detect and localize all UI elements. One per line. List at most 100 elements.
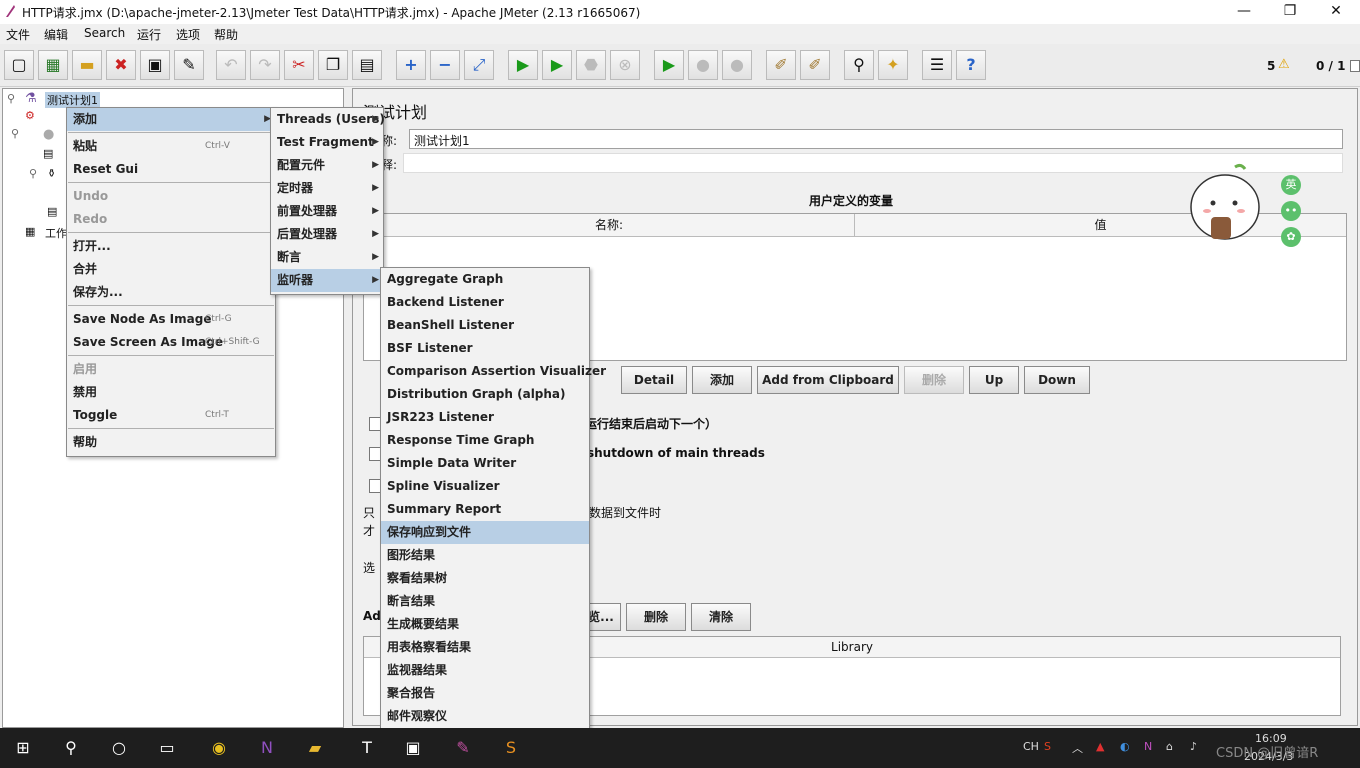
menu-run[interactable]: 运行 [137, 26, 161, 43]
listener-monitor-results[interactable]: 监视器结果 [381, 659, 589, 682]
menu-item-add[interactable]: 添加 ▶ [67, 108, 275, 131]
library-clear-button[interactable]: 清除 [691, 603, 751, 631]
terminal-icon[interactable]: ▣ [400, 736, 426, 760]
listener-icon[interactable]: ▤ [43, 147, 53, 160]
listener-jsr223[interactable]: JSR223 Listener [381, 406, 589, 429]
up-button[interactable]: Up [969, 366, 1019, 394]
search-icon[interactable]: ⚲ [58, 736, 84, 760]
menu-item-reset-gui[interactable]: Reset Gui [67, 158, 275, 181]
listener-distribution-graph[interactable]: Distribution Graph (alpha) [381, 383, 589, 406]
windows-start-icon[interactable]: ⊞ [10, 736, 36, 760]
tray-chevron-icon[interactable]: ︿ [1072, 740, 1083, 756]
clear-all-icon[interactable]: ✐ [800, 50, 830, 80]
menu-item-save-as[interactable]: 保存为... [67, 281, 275, 304]
start-no-timers-icon[interactable]: ▶ [542, 50, 572, 80]
tree-expander-icon[interactable]: ⚲ [11, 127, 19, 140]
clear-icon[interactable]: ✐ [766, 50, 796, 80]
menu-item-open[interactable]: 打开... [67, 235, 275, 258]
ime-english-icon[interactable]: 英 [1281, 175, 1301, 195]
tree-node-workbench[interactable]: 工作 [45, 225, 67, 241]
task-view-icon[interactable]: ▭ [154, 736, 180, 760]
listener-save-responses[interactable]: 保存响应到文件 [381, 521, 589, 544]
collapse-icon[interactable]: − [430, 50, 460, 80]
thread-group-icon[interactable]: ⚙ [25, 109, 35, 122]
submenu-threads[interactable]: Threads (Users) ▶ [271, 108, 385, 131]
listener-simple-data-writer[interactable]: Simple Data Writer [381, 452, 589, 475]
listener-aggregate-report[interactable]: 聚合报告 [381, 682, 589, 705]
menu-item-save-screen-image[interactable]: Save Screen As Image Ctrl+Shift-G [67, 331, 275, 354]
tray-edge-icon[interactable]: ◐ [1120, 740, 1130, 753]
menu-item-toggle[interactable]: Toggle Ctrl-T [67, 404, 275, 427]
menu-item-help[interactable]: 帮助 [67, 431, 275, 454]
cut-icon[interactable]: ✂ [284, 50, 314, 80]
detail-button[interactable]: Detail [621, 366, 687, 394]
sublime-icon[interactable]: S [498, 736, 524, 760]
menu-edit[interactable]: 编辑 [44, 26, 68, 43]
tray-app-icon[interactable]: ▲ [1096, 740, 1104, 753]
listener-spline-visualizer[interactable]: Spline Visualizer [381, 475, 589, 498]
file-explorer-icon[interactable]: ▰ [302, 736, 328, 760]
language-indicator[interactable]: CH [1023, 740, 1039, 753]
skin-icon[interactable]: ✿ [1281, 227, 1301, 247]
close-file-icon[interactable]: ✖ [106, 50, 136, 80]
library-delete-button[interactable]: 删除 [626, 603, 686, 631]
menu-item-enable[interactable]: 启用 [67, 358, 275, 381]
help-icon[interactable]: ? [956, 50, 986, 80]
minimize-button[interactable]: — [1221, 0, 1267, 24]
tray-onenote-icon[interactable]: N [1144, 740, 1152, 753]
menu-search[interactable]: Search [84, 26, 125, 40]
warning-icon[interactable]: ⚠ [1278, 57, 1290, 72]
listener-view-results-table[interactable]: 用表格察看结果 [381, 636, 589, 659]
save-screen-icon[interactable]: ✎ [174, 50, 204, 80]
listener-icon-2[interactable]: ▤ [47, 205, 57, 218]
sampler-icon[interactable]: ● [43, 127, 54, 142]
tree-expander-icon[interactable]: ⚲ [7, 92, 15, 105]
delete-button[interactable]: 删除 [904, 366, 964, 394]
listener-graph-results[interactable]: 图形结果 [381, 544, 589, 567]
open-icon[interactable]: ▬ [72, 50, 102, 80]
tree-expander-icon[interactable]: ⚲ [29, 167, 37, 180]
typora-icon[interactable]: T [354, 736, 380, 760]
submenu-post-processor[interactable]: 后置处理器 ▶ [271, 223, 383, 246]
onenote-icon[interactable]: N [254, 736, 280, 760]
jmeter-taskbar-icon[interactable]: ✎ [450, 736, 476, 760]
menu-item-undo[interactable]: Undo [67, 185, 275, 208]
menu-item-paste[interactable]: 粘贴 Ctrl-V [67, 135, 275, 158]
search-icon[interactable]: ⚲ [844, 50, 874, 80]
listener-comparison-assertion[interactable]: Comparison Assertion Visualizer [381, 360, 606, 383]
maximize-button[interactable]: ❐ [1267, 0, 1313, 24]
start-icon[interactable]: ▶ [508, 50, 538, 80]
sogou-ime-icon[interactable]: S [1044, 740, 1051, 753]
toggle-icon[interactable]: ⤢ [464, 50, 494, 80]
paste-icon[interactable]: ▤ [352, 50, 382, 80]
reset-search-icon[interactable]: ✦ [878, 50, 908, 80]
expand-icon[interactable]: + [396, 50, 426, 80]
menu-item-disable[interactable]: 禁用 [67, 381, 275, 404]
vars-col-value[interactable]: 值 [855, 214, 1346, 237]
menu-item-save-node-image[interactable]: Save Node As Image Ctrl-G [67, 308, 275, 331]
remote-shutdown-icon[interactable]: ● [722, 50, 752, 80]
function-helper-icon[interactable]: ☰ [922, 50, 952, 80]
close-button[interactable]: ✕ [1313, 0, 1359, 24]
menu-item-redo[interactable]: Redo [67, 208, 275, 231]
listener-beanshell[interactable]: BeanShell Listener [381, 314, 589, 337]
emoji-icon[interactable]: •• [1281, 201, 1301, 221]
copy-icon[interactable]: ❐ [318, 50, 348, 80]
tree-node-test-plan[interactable]: 测试计划1 [45, 92, 100, 108]
new-icon[interactable]: ▢ [4, 50, 34, 80]
network-icon[interactable]: ⌂ [1166, 740, 1173, 753]
add-button[interactable]: 添加 [692, 366, 752, 394]
templates-icon[interactable]: ▦ [38, 50, 68, 80]
cortana-icon[interactable]: ○ [106, 736, 132, 760]
save-icon[interactable]: ▣ [140, 50, 170, 80]
menu-options[interactable]: 选项 [176, 26, 200, 43]
listener-bsf[interactable]: BSF Listener [381, 337, 589, 360]
volume-icon[interactable]: ♪ [1190, 740, 1197, 753]
submenu-test-fragment[interactable]: Test Fragment ▶ [271, 131, 383, 154]
vars-col-name[interactable]: 名称: [364, 214, 855, 237]
submenu-assertion[interactable]: 断言 ▶ [271, 246, 383, 269]
listener-generate-summary[interactable]: 生成概要结果 [381, 613, 589, 636]
remote-start-icon[interactable]: ▶ [654, 50, 684, 80]
undo-icon[interactable]: ↶ [216, 50, 246, 80]
stop-icon[interactable]: ⬣ [576, 50, 606, 80]
